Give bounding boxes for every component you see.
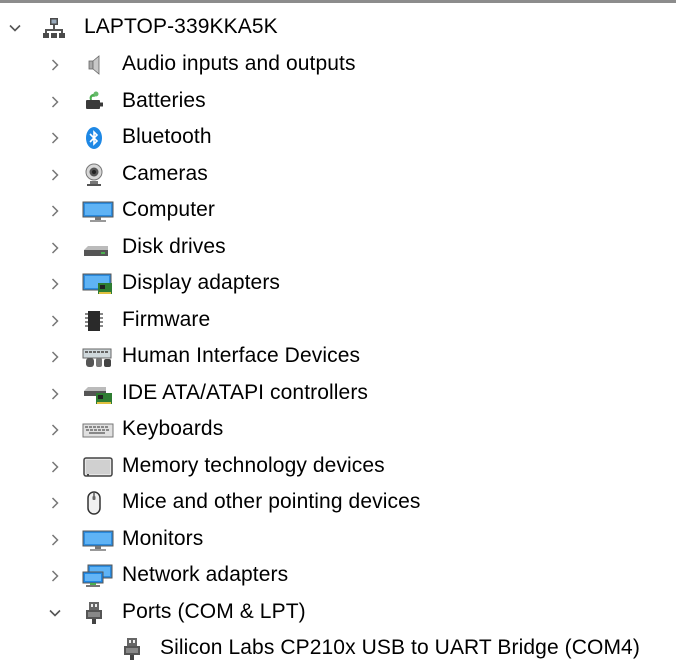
chevron-right-icon[interactable] — [47, 94, 63, 110]
category-label: Disk drives — [122, 234, 226, 258]
category-label: Ports (COM & LPT) — [122, 599, 306, 623]
chevron-right-icon[interactable] — [47, 240, 63, 256]
tree-item-batteries[interactable]: Batteries — [0, 84, 676, 121]
category-label: Cameras — [122, 161, 208, 185]
computer-network-icon — [42, 16, 66, 40]
category-label: IDE ATA/ATAPI controllers — [122, 380, 369, 404]
chevron-right-icon[interactable] — [47, 349, 63, 365]
chevron-right-icon[interactable] — [47, 495, 63, 511]
tree-item-device-cp210x[interactable]: Silicon Labs CP210x USB to UART Bridge (… — [0, 631, 676, 668]
tree-item-keyboards[interactable]: Keyboards — [0, 412, 676, 449]
tree-item-ports[interactable]: Ports (COM & LPT) — [0, 595, 676, 632]
tree-root-node[interactable]: LAPTOP-339KKA5K — [0, 9, 676, 47]
tree-item-display-adapters[interactable]: Display adapters — [0, 266, 676, 303]
network-adapter-icon — [82, 564, 113, 588]
category-label: Audio inputs and outputs — [122, 52, 356, 76]
tree-item-mice[interactable]: Mice and other pointing devices — [0, 485, 676, 522]
chevron-down-icon[interactable] — [7, 20, 23, 36]
speaker-icon — [82, 53, 106, 77]
chevron-right-icon[interactable] — [47, 130, 63, 146]
keyboard-icon — [82, 418, 114, 442]
display-adapter-icon — [82, 272, 112, 296]
disk-drive-icon — [82, 236, 108, 260]
chevron-right-icon[interactable] — [47, 203, 63, 219]
device-tree: LAPTOP-339KKA5K Audio inputs and outputs… — [0, 9, 676, 668]
tree-item-monitors[interactable]: Monitors — [0, 522, 676, 559]
category-label: Bluetooth — [122, 125, 212, 149]
chevron-down-icon[interactable] — [47, 605, 63, 621]
memory-card-icon — [82, 455, 113, 479]
tree-item-memory-technology[interactable]: Memory technology devices — [0, 449, 676, 486]
hid-icon — [82, 345, 112, 369]
category-label: Firmware — [122, 307, 211, 331]
webcam-icon — [82, 163, 106, 187]
tree-item-disk-drives[interactable]: Disk drives — [0, 230, 676, 267]
chevron-right-icon[interactable] — [47, 313, 63, 329]
category-label: Computer — [122, 198, 216, 222]
category-label: Mice and other pointing devices — [122, 490, 421, 514]
battery-icon — [82, 90, 106, 114]
chevron-right-icon[interactable] — [47, 459, 63, 475]
tree-item-ide-controllers[interactable]: IDE ATA/ATAPI controllers — [0, 376, 676, 413]
window-top-border — [0, 0, 676, 3]
tree-item-firmware[interactable]: Firmware — [0, 303, 676, 340]
chevron-right-icon[interactable] — [47, 386, 63, 402]
bluetooth-icon — [82, 126, 106, 150]
category-label: Batteries — [122, 88, 206, 112]
device-label: Silicon Labs CP210x USB to UART Bridge (… — [160, 636, 640, 660]
chevron-right-icon[interactable] — [47, 167, 63, 183]
chevron-right-icon[interactable] — [47, 276, 63, 292]
category-label: Memory technology devices — [122, 453, 385, 477]
category-label: Network adapters — [122, 563, 289, 587]
tree-item-bluetooth[interactable]: Bluetooth — [0, 120, 676, 157]
category-label: Human Interface Devices — [122, 344, 361, 368]
tree-item-computer[interactable]: Computer — [0, 193, 676, 230]
chevron-right-icon[interactable] — [47, 532, 63, 548]
chevron-right-icon[interactable] — [47, 422, 63, 438]
mouse-icon — [82, 491, 106, 515]
chevron-right-icon[interactable] — [47, 568, 63, 584]
monitor-icon — [82, 199, 114, 223]
tree-item-network-adapters[interactable]: Network adapters — [0, 558, 676, 595]
category-label: Display adapters — [122, 271, 281, 295]
computer-name-label: LAPTOP-339KKA5K — [84, 15, 278, 38]
port-plug-icon — [82, 601, 106, 625]
chevron-right-icon[interactable] — [47, 57, 63, 73]
category-label: Monitors — [122, 526, 204, 550]
monitor-icon — [82, 528, 114, 552]
chip-icon — [82, 309, 106, 333]
category-label: Keyboards — [122, 417, 224, 441]
port-plug-icon — [120, 637, 144, 661]
tree-item-hid[interactable]: Human Interface Devices — [0, 339, 676, 376]
ide-controller-icon — [82, 382, 112, 406]
tree-item-audio[interactable]: Audio inputs and outputs — [0, 47, 676, 84]
tree-item-cameras[interactable]: Cameras — [0, 157, 676, 194]
